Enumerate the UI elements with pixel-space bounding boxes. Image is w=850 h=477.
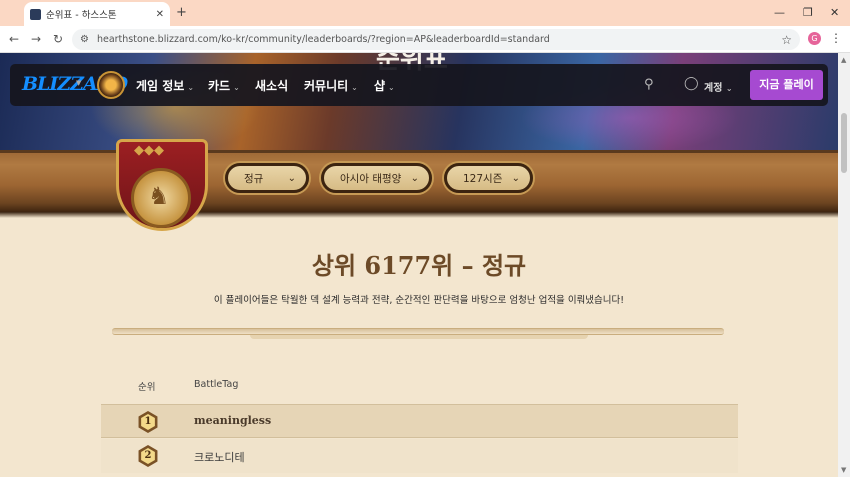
tab-title: 순위표 - 하스스톤 xyxy=(46,10,117,21)
account-label: 계정 xyxy=(704,83,723,94)
search-icon[interactable]: ⚲ xyxy=(644,77,654,92)
nav-community-label: 커뮤니티 xyxy=(304,79,349,93)
nav-shop[interactable]: 샵 ⌄ xyxy=(374,77,395,94)
tab-close-icon[interactable]: ✕ xyxy=(156,9,164,20)
rank-number: 2 xyxy=(144,450,152,461)
rank-badge-icon: 1 xyxy=(138,411,158,433)
table-row: 1 meaningless xyxy=(101,404,738,438)
chevron-down-icon: ⌄ xyxy=(233,83,240,92)
chevron-down-icon: ⌄ xyxy=(511,172,520,184)
play-now-button[interactable]: 지금 플레이 xyxy=(750,70,823,100)
page-title: 상위 6177위 – 정규 xyxy=(311,251,527,280)
bookmark-star-icon[interactable]: ☆ xyxy=(781,33,792,47)
url-text: hearthstone.blizzard.com/ko-kr/community… xyxy=(96,34,550,45)
nav-cards-label: 카드 xyxy=(208,79,231,93)
nav-game-info-label: 게임 정보 xyxy=(136,79,185,93)
battletag: meaningless xyxy=(194,414,272,427)
page-content: 순위표 BLIZZARD ▼ 게임 정보⌄ 카드⌄ 새소식 커뮤니티⌄ 샵⌄ ⚲… xyxy=(0,53,838,477)
nav-news[interactable]: 새소식 xyxy=(255,77,288,94)
hearthstone-favicon-icon xyxy=(30,8,41,20)
nav-shop-label: 샵 xyxy=(374,79,386,93)
account-menu[interactable]: 계정 ⌄ xyxy=(704,79,733,94)
rank-badge-icon: 2 xyxy=(138,445,158,467)
region-select-value: 아시아 태평양 xyxy=(340,172,402,185)
rank-number: 1 xyxy=(144,416,152,427)
close-window-button[interactable]: ✕ xyxy=(830,6,839,19)
chevron-down-icon: ⌄ xyxy=(725,84,733,93)
column-header-rank: 순위 xyxy=(138,382,156,393)
season-select-value: 127시즌 xyxy=(463,172,503,185)
address-bar[interactable]: ⚙ hearthstone.blizzard.com/ko-kr/communi… xyxy=(72,29,800,50)
minimize-button[interactable]: — xyxy=(774,6,785,19)
browser-tab-bar: 순위표 - 하스스톤 ✕ + — ❐ ✕ xyxy=(0,0,850,26)
page-scrollbar[interactable]: ▲ ▼ xyxy=(838,53,850,477)
column-header-battletag: BattleTag xyxy=(194,379,239,390)
nav-cards[interactable]: 카드 ⌄ xyxy=(208,77,240,94)
scrollbar-thumb[interactable] xyxy=(841,113,847,173)
page-description: 이 플레이어들은 탁월한 덱 설계 능력과 전략, 순간적인 판단력을 바탕으로… xyxy=(213,295,625,306)
battletag: 크로노디테 xyxy=(194,451,245,464)
browser-menu-icon[interactable]: ⋮ xyxy=(830,31,842,45)
site-info-icon[interactable]: ⚙ xyxy=(80,34,89,45)
hearthstone-logo-icon[interactable] xyxy=(97,71,125,99)
chevron-down-icon: ⌄ xyxy=(410,172,419,184)
table-row: 2 크로노디테 xyxy=(101,439,738,473)
season-select[interactable]: 127시즌 ⌄ xyxy=(444,163,533,193)
nav-community[interactable]: 커뮤니티 ⌄ xyxy=(304,77,358,94)
gryphon-emblem-icon: ♞ xyxy=(148,182,170,210)
scroll-down-icon[interactable]: ▼ xyxy=(841,466,846,474)
forward-arrow-icon[interactable]: → xyxy=(31,32,41,46)
standard-mode-icon: ♞ xyxy=(131,168,191,228)
chevron-down-icon: ⌄ xyxy=(351,83,358,92)
chevron-down-icon[interactable]: ▼ xyxy=(76,79,81,87)
ornamental-divider-lower xyxy=(250,335,588,339)
region-select[interactable]: 아시아 태평양 ⌄ xyxy=(321,163,432,193)
user-icon[interactable]: ◯ xyxy=(684,76,699,91)
site-navbar: BLIZZARD ▼ 게임 정보 ⌄ 카드 ⌄ 새소식 커뮤니티 ⌄ 샵 ⌄ ⚲ ◯ 계… xyxy=(10,64,828,106)
ornamental-divider xyxy=(112,328,724,335)
scroll-up-icon[interactable]: ▲ xyxy=(841,56,846,64)
back-arrow-icon[interactable]: ← xyxy=(9,32,19,46)
chevron-down-icon: ⌄ xyxy=(287,172,296,184)
new-tab-button[interactable]: + xyxy=(176,5,187,20)
chevron-down-icon: ⌄ xyxy=(388,83,395,92)
mode-select-value: 정규 xyxy=(244,172,264,185)
browser-toolbar: ← → ↻ ⚙ hearthstone.blizzard.com/ko-kr/c… xyxy=(0,26,850,53)
profile-avatar[interactable]: G xyxy=(808,32,821,45)
reload-icon[interactable]: ↻ xyxy=(53,32,63,46)
chevron-down-icon: ⌄ xyxy=(187,83,195,92)
nav-game-info[interactable]: 게임 정보 ⌄ xyxy=(136,77,194,94)
mode-select[interactable]: 정규 ⌄ xyxy=(225,163,309,193)
maximize-button[interactable]: ❐ xyxy=(803,6,813,19)
browser-tab[interactable]: 순위표 - 하스스톤 ✕ xyxy=(24,2,170,26)
banner-ornament: ◆◆◆ xyxy=(134,143,164,158)
